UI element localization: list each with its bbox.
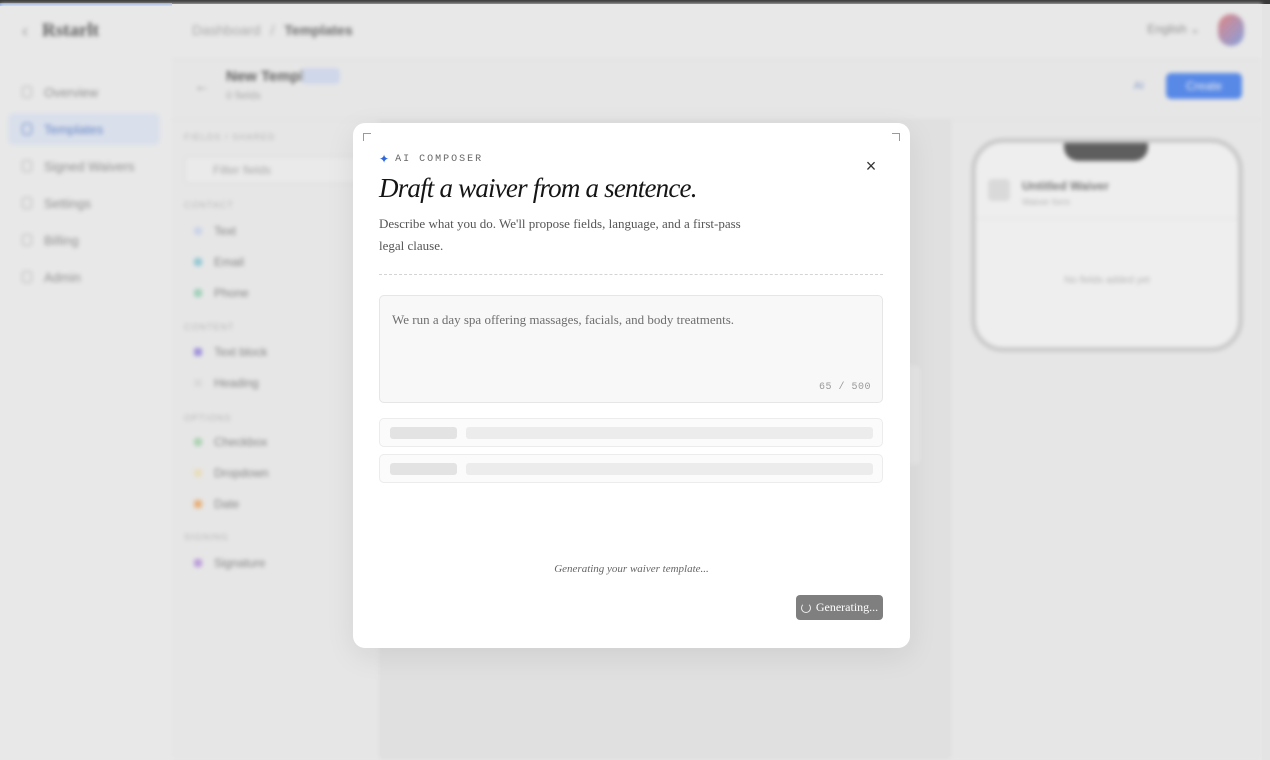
generation-status: Generating your waiver template... <box>554 563 709 575</box>
character-count: 65 / 500 <box>818 382 871 393</box>
corner-mark <box>363 133 371 141</box>
description-textarea[interactable]: We run a day spa offering massages, faci… <box>379 295 883 403</box>
loading-skeleton-row <box>379 418 883 447</box>
skeleton-value <box>466 463 873 475</box>
divider <box>379 274 883 275</box>
generate-button[interactable]: Generating... <box>796 595 883 620</box>
close-icon[interactable]: × <box>862 157 880 175</box>
ai-composer-modal: ✦ AI COMPOSER × Draft a waiver from a se… <box>353 123 910 648</box>
scrollbar[interactable] <box>1262 4 1270 760</box>
modal-eyebrow: ✦ AI COMPOSER <box>379 153 483 165</box>
eyebrow-label: AI COMPOSER <box>395 153 484 165</box>
skeleton-label <box>390 427 457 439</box>
loading-skeleton-row <box>379 454 883 483</box>
sparkle-icon: ✦ <box>379 152 390 166</box>
modal-description: Describe what you do. We'll propose fiel… <box>379 216 741 253</box>
modal-title: Draft a waiver from a sentence. <box>379 173 697 203</box>
spinner-icon <box>800 602 811 613</box>
skeleton-label <box>390 463 457 475</box>
description-value: We run a day spa offering massages, faci… <box>392 312 735 327</box>
skeleton-value <box>466 427 873 439</box>
generate-button-label: Generating... <box>815 600 879 614</box>
corner-mark <box>892 133 900 141</box>
